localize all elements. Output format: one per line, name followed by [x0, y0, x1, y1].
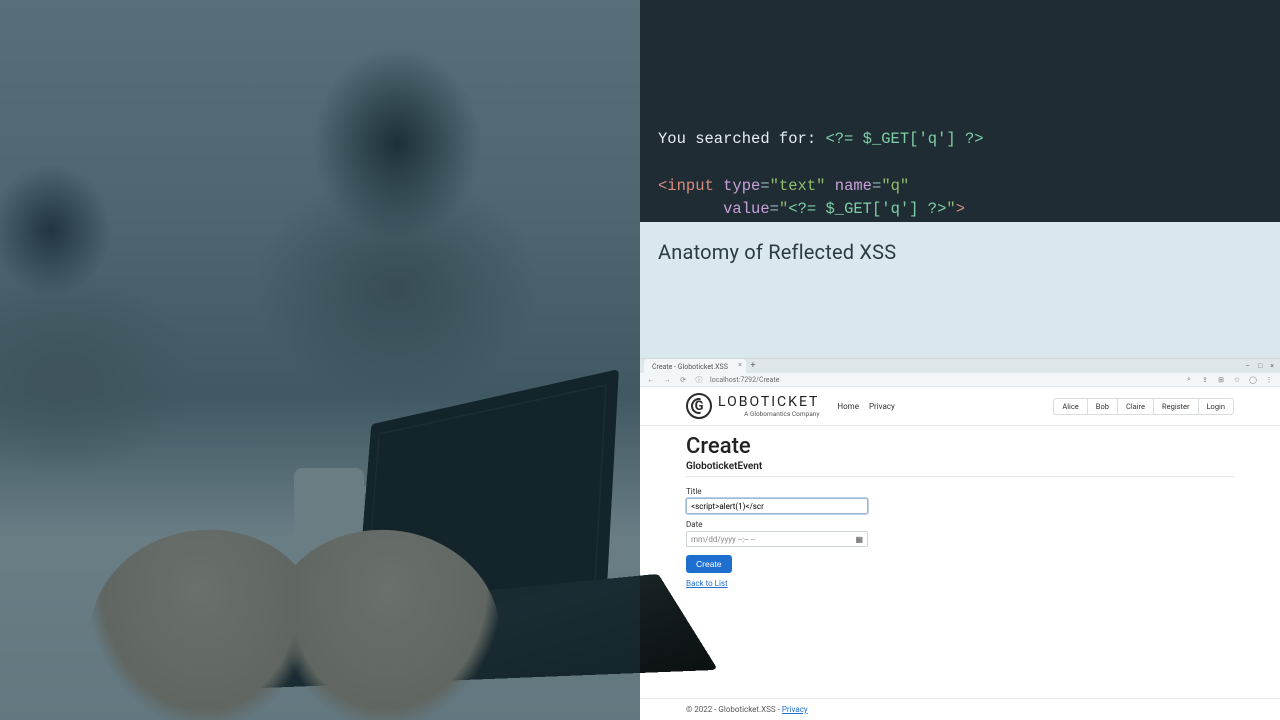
- photo-hand-right: [260, 519, 510, 720]
- site-header: G LOBOTICKET A Globomantics Company Home…: [640, 387, 1280, 426]
- nav-users: Alice Bob Claire Register Login: [1053, 398, 1234, 415]
- user-pill-alice[interactable]: Alice: [1053, 398, 1087, 415]
- browser-tabstrip: Create - Globoticket.XSS × + – □ ×: [640, 359, 1280, 373]
- profile-icon[interactable]: ◯: [1248, 376, 1258, 384]
- calendar-icon[interactable]: ▦: [855, 535, 863, 544]
- code-attr: name: [835, 177, 872, 195]
- date-label: Date: [686, 520, 868, 529]
- extensions-icon[interactable]: ⊞: [1216, 376, 1226, 384]
- browser-tab[interactable]: Create - Globoticket.XSS ×: [644, 359, 746, 373]
- minimize-icon[interactable]: –: [1245, 362, 1250, 370]
- code-snippet: You searched for: <?= $_GET['q'] ?> <inp…: [640, 0, 1280, 222]
- spacer: [640, 278, 1280, 358]
- brand-tagline: A Globomantics Company: [718, 411, 819, 418]
- nav-login[interactable]: Login: [1199, 398, 1235, 415]
- embedded-browser: Create - Globoticket.XSS × + – □ × ← → ⟳…: [640, 358, 1280, 720]
- search-icon[interactable]: ⌕: [1184, 375, 1194, 384]
- code-attr: value: [723, 200, 770, 218]
- page-footer: © 2022 - Globoticket.XSS - Privacy: [640, 698, 1280, 720]
- code-tag: >: [956, 200, 965, 218]
- code-string: "text": [770, 177, 826, 195]
- slide-subtitle: Anatomy of Reflected XSS: [640, 222, 1280, 278]
- close-window-icon[interactable]: ×: [1270, 362, 1274, 370]
- photo-mug: [294, 468, 364, 553]
- code-punc: =: [770, 200, 779, 218]
- code-php: <?= $_GET['q'] ?>: [788, 200, 946, 218]
- url-text[interactable]: localhost:7292/Create: [710, 376, 779, 384]
- photo-laptop: [267, 340, 669, 720]
- date-input[interactable]: mm/dd/yyyy --:-- -- ▦: [686, 531, 868, 547]
- logo-letter: G: [695, 399, 704, 414]
- tab-title: Create - Globoticket.XSS: [652, 363, 728, 371]
- title-label: Title: [686, 487, 868, 496]
- code-string: "q": [881, 177, 909, 195]
- user-pill-bob[interactable]: Bob: [1088, 398, 1118, 415]
- page-subheading: GloboticketEvent: [686, 461, 1234, 477]
- footer-privacy-link[interactable]: Privacy: [782, 705, 808, 714]
- code-punc: =: [760, 177, 769, 195]
- code-string: ": [779, 200, 788, 218]
- close-icon[interactable]: ×: [738, 361, 742, 369]
- nav-register[interactable]: Register: [1154, 398, 1198, 415]
- code-php: <?= $_GET['q'] ?>: [825, 130, 983, 148]
- window-controls: – □ ×: [1245, 359, 1280, 373]
- user-pill-claire[interactable]: Claire: [1118, 398, 1154, 415]
- photo-hand-left: [77, 515, 333, 720]
- page-heading: Create: [686, 434, 1234, 459]
- back-to-list-link[interactable]: Back to List: [686, 579, 868, 588]
- browser-address-bar: ← → ⟳ ⓘ localhost:7292/Create ⌕ ⇪ ⊞ ☆ ◯ …: [640, 373, 1280, 387]
- bookmark-icon[interactable]: ☆: [1232, 376, 1242, 384]
- code-punc: =: [872, 177, 881, 195]
- web-page: G LOBOTICKET A Globomantics Company Home…: [640, 387, 1280, 720]
- nav-link-home[interactable]: Home: [837, 402, 859, 411]
- code-text: You searched for:: [658, 130, 825, 148]
- nav-link-privacy[interactable]: Privacy: [869, 402, 895, 411]
- maximize-icon[interactable]: □: [1258, 362, 1262, 370]
- create-button[interactable]: Create: [686, 555, 732, 573]
- title-input[interactable]: [686, 498, 868, 514]
- code-string: ": [946, 200, 955, 218]
- brand-name: LOBOTICKET: [718, 395, 819, 409]
- reload-icon[interactable]: ⟳: [678, 376, 688, 384]
- create-form: Title Date mm/dd/yyyy --:-- -- ▦ Create …: [686, 487, 868, 588]
- decorative-photo: [0, 0, 640, 720]
- date-placeholder: mm/dd/yyyy --:-- --: [691, 535, 755, 544]
- new-tab-button[interactable]: +: [746, 359, 760, 373]
- share-icon[interactable]: ⇪: [1200, 376, 1210, 384]
- info-icon[interactable]: ⓘ: [694, 375, 704, 385]
- menu-icon[interactable]: ⋮: [1264, 376, 1274, 384]
- code-attr: type: [723, 177, 760, 195]
- nav-primary: Home Privacy: [837, 402, 894, 411]
- code-tag: <input: [658, 177, 714, 195]
- footer-text: © 2022 - Globoticket.XSS -: [686, 705, 782, 714]
- logo-icon: G: [686, 393, 712, 419]
- brand[interactable]: G LOBOTICKET A Globomantics Company: [686, 393, 819, 419]
- page-body: Create GloboticketEvent Title Date mm/dd…: [640, 426, 1280, 588]
